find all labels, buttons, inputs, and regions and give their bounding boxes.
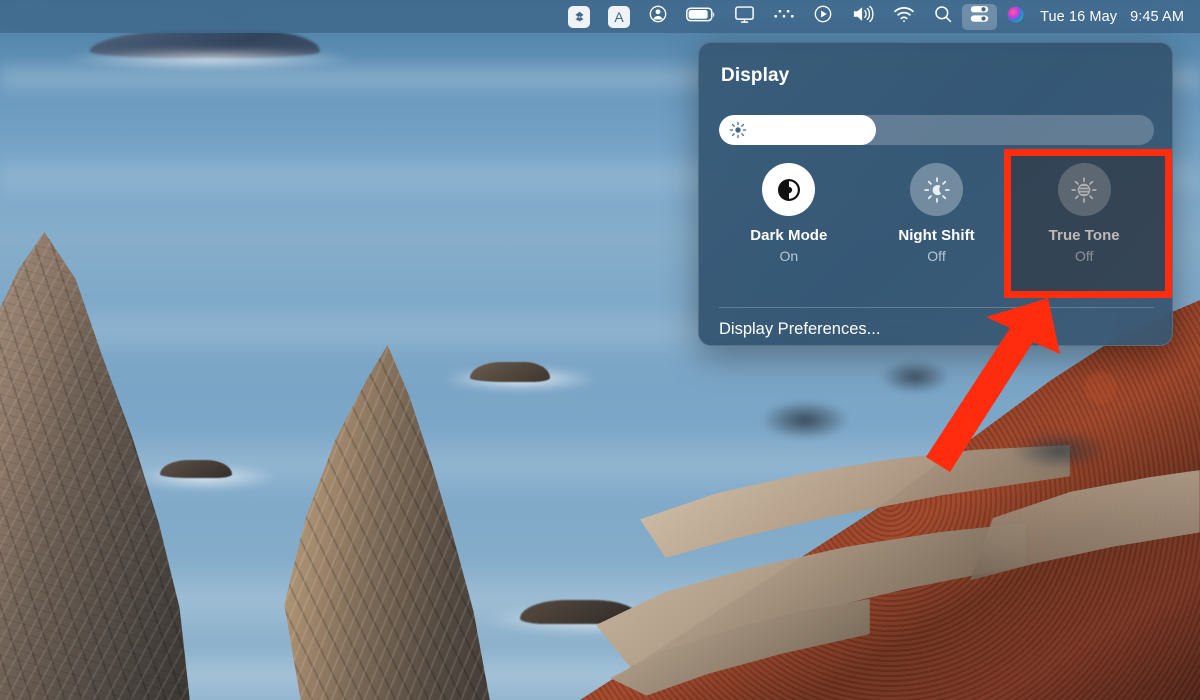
menubar-date: Tue 16 May <box>1040 9 1117 25</box>
search-icon <box>933 4 953 29</box>
display-control-panel: Display Dark Mode On <box>698 42 1173 346</box>
dark-mode-icon <box>762 163 815 216</box>
toggle-state: Off <box>927 248 945 264</box>
toggle-night-shift[interactable]: Night Shift Off <box>863 163 1011 264</box>
wallpaper-small-rock <box>470 362 550 382</box>
panel-title: Display <box>721 65 789 87</box>
menubar-item-text-input[interactable]: A <box>599 0 639 33</box>
menubar-item-siri[interactable] <box>997 0 1034 33</box>
wallpaper-shrub <box>880 360 950 394</box>
toggle-true-tone[interactable]: True Tone Off <box>1010 163 1158 264</box>
toggle-label: Night Shift <box>898 227 974 244</box>
siri-icon <box>1006 5 1025 29</box>
menubar-item-wifi[interactable] <box>884 0 924 33</box>
menubar-item-spotlight[interactable] <box>924 0 962 33</box>
brightness-sun-icon <box>729 121 747 139</box>
menubar-item-now-playing[interactable] <box>804 0 842 33</box>
wallpaper-foam <box>60 48 360 70</box>
menubar-item-battery[interactable] <box>677 0 725 33</box>
menubar-item-dropbox[interactable] <box>559 0 599 33</box>
panel-divider <box>719 307 1154 308</box>
screen-mirroring-icon <box>734 5 755 29</box>
toggle-state: Off <box>1075 248 1093 264</box>
toggle-label: Dark Mode <box>750 227 827 244</box>
volume-icon <box>851 4 875 29</box>
menubar-time: 9:45 AM <box>1130 9 1184 25</box>
toggle-state: On <box>779 248 798 264</box>
letter-a-icon: A <box>608 6 630 28</box>
bluetooth-dots-icon <box>773 7 795 26</box>
menubar-clock[interactable]: Tue 16 May 9:45 AM <box>1034 9 1186 25</box>
menubar-item-user-account[interactable] <box>639 0 677 33</box>
now-playing-icon <box>813 4 833 29</box>
night-shift-icon <box>910 163 963 216</box>
menu-bar: A <box>0 0 1200 33</box>
true-tone-icon <box>1058 163 1111 216</box>
brightness-slider[interactable] <box>719 115 1154 145</box>
wifi-icon <box>893 6 915 28</box>
control-center-icon <box>969 4 990 29</box>
wallpaper-small-rock <box>160 460 232 478</box>
user-account-icon <box>648 4 668 29</box>
menubar-item-screen-mirroring[interactable] <box>725 0 764 33</box>
battery-icon <box>686 6 716 28</box>
display-toggles: Dark Mode On Night Shift Off <box>715 163 1158 264</box>
menubar-item-volume[interactable] <box>842 0 884 33</box>
display-preferences-link[interactable]: Display Preferences... <box>719 315 1154 343</box>
toggle-label: True Tone <box>1049 227 1120 244</box>
dropbox-icon <box>568 6 590 28</box>
toggle-dark-mode[interactable]: Dark Mode On <box>715 163 863 264</box>
menubar-item-dots[interactable] <box>764 0 804 33</box>
wallpaper-shrub <box>760 400 850 440</box>
menubar-item-control-center[interactable] <box>962 4 997 30</box>
